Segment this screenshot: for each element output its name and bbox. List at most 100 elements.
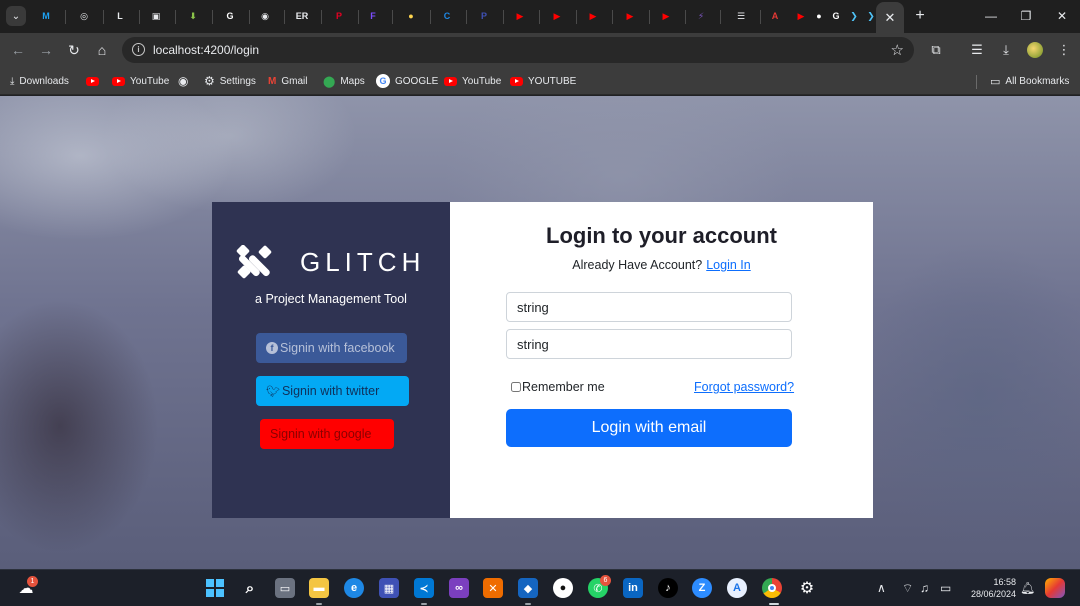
remember-me-checkbox[interactable] [511, 382, 521, 392]
file-explorer-icon[interactable]: ▬ [309, 578, 329, 598]
browser-tab[interactable]: ▶ [582, 5, 604, 27]
notification-bell-icon[interactable]: 🔔︎ [1020, 581, 1035, 595]
battery-icon[interactable]: ▭ [940, 581, 951, 595]
page-background: GLITCH a Project Management Tool f Signi… [0, 96, 1080, 569]
url-text[interactable]: localhost:4200/login [153, 43, 259, 57]
close-window-icon[interactable]: ✕ [1047, 4, 1077, 28]
tab-separator [503, 10, 504, 24]
browser-tab[interactable]: M [35, 5, 57, 27]
bookmark-downloads[interactable]: ⤓ Downloads [10, 73, 69, 89]
chrome-icon[interactable] [762, 578, 782, 598]
browser-tab[interactable]: G [219, 5, 241, 27]
browser-tab[interactable]: ● [400, 5, 422, 27]
clock[interactable]: 16:58 28/06/2024 [962, 576, 1016, 600]
browser-tab[interactable]: P [473, 5, 495, 27]
volume-icon[interactable]: ♫ [920, 581, 929, 595]
back-arrow-icon[interactable]: ← [8, 40, 28, 60]
windows-taskbar: ☁ 1 ⌕ ▭ ▬ e ▦ ≺ ∞ ✕ ◆ ● ✆ 6 in ♪ Z A ⚙ ∧… [0, 569, 1080, 606]
linkedin-icon[interactable]: in [623, 578, 643, 598]
bookmark-youtube-3[interactable]: YOUTUBE [510, 73, 576, 89]
tab-separator [612, 10, 613, 24]
extensions-icon[interactable]: ⧉ [927, 41, 945, 59]
password-input[interactable] [506, 329, 792, 359]
bookmark-label: Maps [340, 75, 365, 87]
browser-tab[interactable]: A [764, 5, 786, 27]
tab-search-chevron-icon[interactable]: ⌄ [6, 6, 26, 26]
browser-tab[interactable]: ◎ [73, 5, 95, 27]
browser-tab[interactable]: ⬇ [182, 5, 204, 27]
tiktok-icon[interactable]: ♪ [658, 578, 678, 598]
search-icon[interactable]: ⌕ [240, 578, 260, 598]
new-tab-button[interactable]: + [910, 6, 930, 26]
pinterest-icon: P [335, 10, 342, 21]
remember-me[interactable]: Remember me [511, 380, 605, 394]
browser-tab[interactable]: ▣ [145, 5, 167, 27]
bookmark-label: YouTube [130, 75, 170, 87]
downloads-icon[interactable]: ⤓ [997, 41, 1015, 59]
bookmark-star-icon[interactable]: ☆ [891, 41, 904, 59]
browser-tab[interactable]: ☰ [730, 5, 752, 27]
bookmark-google[interactable]: G GOOGLE [376, 73, 438, 89]
copilot-icon[interactable] [1045, 578, 1065, 598]
home-icon[interactable]: ⌂ [92, 40, 112, 60]
forgot-password-link[interactable]: Forgot password? [694, 380, 794, 394]
restore-icon[interactable]: ❐ [1011, 4, 1041, 28]
browser-tab[interactable]: L [109, 5, 131, 27]
running-indicator [316, 603, 322, 605]
bookmark-youtube-2[interactable]: YouTube [444, 73, 501, 89]
tab-separator [392, 10, 393, 24]
windows-start-icon[interactable] [205, 578, 225, 598]
minimize-icon[interactable]: — [976, 4, 1006, 28]
media-queue-icon[interactable]: ☰ [968, 41, 986, 59]
bookmark-youtube[interactable]: YouTube [112, 73, 169, 89]
browser-tab[interactable]: C [436, 5, 458, 27]
profile-avatar[interactable] [1027, 42, 1043, 58]
bookmark-settings[interactable]: ⚙ Settings [204, 73, 256, 89]
signin-facebook-button[interactable]: f Signin with facebook [256, 333, 407, 363]
running-indicator [421, 603, 427, 605]
username-input[interactable] [506, 292, 792, 322]
mysql-workbench-icon[interactable]: ◆ [518, 578, 538, 598]
tab-separator [430, 10, 431, 24]
browser-tab[interactable]: ▶ [546, 5, 568, 27]
glitch-logo-icon [236, 245, 272, 279]
browser-tab[interactable]: ER [291, 5, 313, 27]
browser-tab[interactable]: P [328, 5, 350, 27]
github-desktop-icon[interactable]: ● [553, 578, 573, 598]
show-hidden-icons-chevron-icon[interactable]: ∧ [877, 581, 886, 595]
browser-tab[interactable]: ▶ [619, 5, 641, 27]
browser-tab[interactable]: F [362, 5, 384, 27]
youtube-icon [444, 76, 457, 86]
browser-tab[interactable]: ▶ [509, 5, 531, 27]
vscode-icon[interactable]: ≺ [414, 578, 434, 598]
browser-tab[interactable]: ▶ [655, 5, 677, 27]
weather-badge: 1 [27, 576, 38, 587]
browser-tab[interactable]: ◉ [254, 5, 276, 27]
android-studio-icon[interactable]: A [727, 578, 747, 598]
l-logo-icon: L [117, 10, 123, 21]
address-bar[interactable]: i localhost:4200/login ☆ [122, 37, 914, 63]
all-bookmarks-button[interactable]: ▭ All Bookmarks [990, 73, 1069, 89]
edge-browser-icon[interactable]: e [344, 578, 364, 598]
login-with-email-button[interactable]: Login with email [506, 409, 792, 447]
site-info-icon[interactable]: i [132, 43, 145, 56]
visual-studio-icon[interactable]: ∞ [449, 578, 469, 598]
signin-twitter-button[interactable]: 🐦︎ Signin with twitter [256, 376, 409, 406]
zoom-icon[interactable]: Z [692, 578, 712, 598]
task-view-icon[interactable]: ▭ [275, 578, 295, 598]
microsoft-store-icon[interactable]: ▦ [379, 578, 399, 598]
login-in-link[interactable]: Login In [706, 258, 750, 272]
bookmark-gmail[interactable]: M Gmail [268, 73, 307, 89]
signin-google-button[interactable]: Signin with google [260, 419, 394, 449]
wifi-icon[interactable]: ⌔ [902, 581, 913, 596]
bookmark-globe[interactable]: ◉ [178, 73, 188, 89]
settings-gear-icon[interactable]: ⚙ [797, 578, 817, 598]
xampp-icon[interactable]: ✕ [483, 578, 503, 598]
active-tab-close-button[interactable]: ✕ [876, 2, 904, 33]
chrome-menu-icon[interactable]: ⋮ [1055, 41, 1073, 59]
bookmark-youtube-icon-only[interactable] [86, 73, 99, 89]
reload-icon[interactable]: ↻ [64, 40, 84, 60]
bookmark-maps[interactable]: ⬤ Maps [323, 73, 365, 89]
browser-tab[interactable]: ⚡ [690, 5, 712, 27]
forward-arrow-icon[interactable]: → [36, 40, 56, 60]
